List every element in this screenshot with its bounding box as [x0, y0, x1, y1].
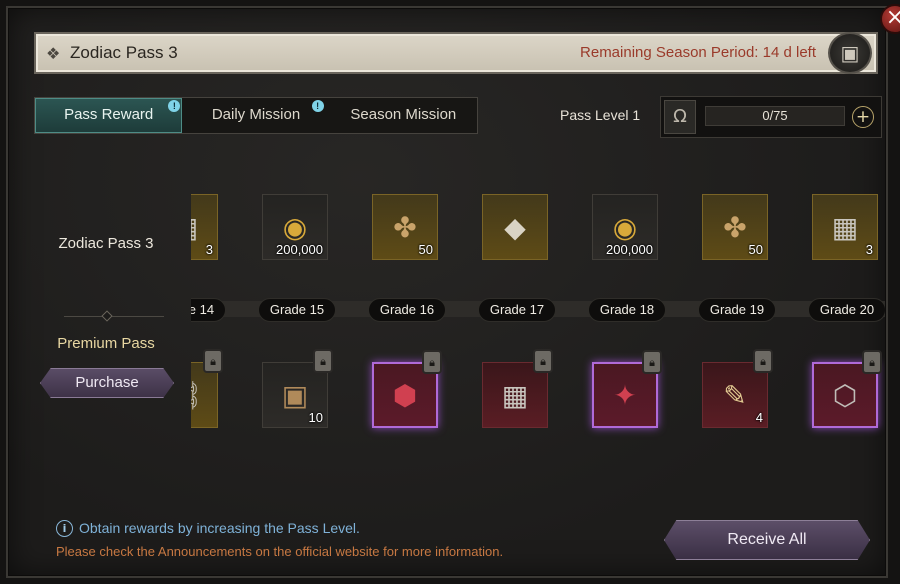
info-text: Obtain rewards by increasing the Pass Le… — [79, 520, 360, 536]
gift-box-icon: ▦ — [191, 211, 198, 244]
gift-box-icon: ▦ — [501, 378, 529, 412]
tab-label: Season Mission — [350, 106, 457, 123]
premium-row-label: Premium Pass — [57, 335, 155, 352]
reward-quantity: 3 — [205, 242, 213, 257]
notice-text: Please check the Announcements on the of… — [56, 544, 504, 559]
grade-column: ◉ 200,000 Grade 18 ✦ 🔒︎ — [588, 184, 666, 444]
grade-column: ✤ 50 Grade 19 ✎ 4 🔒︎ — [698, 184, 776, 444]
grade-label: Grade 16 — [368, 298, 446, 322]
free-reward-slot[interactable]: ◉ 200,000 — [592, 194, 658, 260]
divider-ornament — [101, 310, 113, 322]
stone-tablet-icon: ◆ — [504, 210, 526, 244]
free-reward-slot[interactable]: ▦3 — [191, 194, 218, 260]
tab-bar: Pass Reward ! Daily Mission ! Season Mis… — [34, 97, 478, 134]
row-divider — [64, 316, 164, 317]
treasure-chest-icon[interactable]: ▣ — [828, 32, 872, 74]
emblem-icon: ⬡ — [832, 378, 858, 412]
premium-reward-slot[interactable]: ⛓🔒︎ — [191, 349, 223, 428]
close-icon[interactable]: × — [880, 4, 900, 34]
lock-icon: 🔒︎ — [642, 350, 662, 374]
title-bar: ❖ Zodiac Pass 3 Remaining Season Period:… — [34, 32, 878, 74]
lock-icon: 🔒︎ — [533, 349, 553, 373]
gift-box-icon: ▦ — [831, 210, 859, 244]
purchase-button[interactable]: Purchase — [40, 368, 174, 398]
reward-quantity: 200,000 — [276, 242, 323, 257]
page-title: Zodiac Pass 3 — [70, 43, 178, 62]
free-reward-slot[interactable]: ▦3 — [812, 194, 878, 260]
grade-label: Grade 19 — [698, 298, 776, 322]
premium-reward-slot[interactable]: ⬡ 🔒︎ — [812, 350, 882, 428]
grade-label: Grade 18 — [588, 298, 666, 322]
tab-daily-mission[interactable]: Daily Mission ! — [182, 98, 329, 133]
zodiac-pass-window: ❖ Zodiac Pass 3 Remaining Season Period:… — [6, 4, 900, 578]
reward-quantity: 200,000 — [606, 242, 653, 257]
premium-reward-slot[interactable]: ⬢ 🔒︎ — [372, 350, 442, 428]
grade-label: Grade 15 — [258, 298, 336, 322]
lock-icon: 🔒︎ — [753, 349, 773, 373]
gold-coin-icon: ◉ — [282, 210, 308, 244]
tab-label: Pass Reward — [64, 106, 154, 123]
red-crystal-icon: ✦ — [613, 378, 637, 412]
reward-quantity: 4 — [755, 410, 763, 425]
tab-season-mission[interactable]: Season Mission — [330, 98, 477, 133]
reward-quantity: 50 — [418, 242, 433, 257]
pass-progress-bar: 0/75 — [705, 106, 845, 126]
chain-icon: ⛓ — [191, 379, 203, 412]
free-reward-slot[interactable]: ◉ 200,000 — [262, 194, 328, 260]
reward-quantity: 50 — [748, 242, 763, 257]
herb-icon: ✤ — [393, 210, 417, 244]
grade-label: Grade 17 — [478, 298, 556, 322]
lock-icon: 🔒︎ — [203, 349, 223, 373]
gold-coin-icon: ◉ — [612, 210, 638, 244]
scroll-icon: ✎ — [723, 378, 747, 412]
premium-reward-slot[interactable]: ▣ 10 🔒︎ — [262, 349, 333, 428]
lock-icon: 🔒︎ — [422, 350, 442, 374]
pass-level-panel: Ω 0/75 + — [660, 96, 882, 138]
premium-reward-slot[interactable]: ✦ 🔒︎ — [592, 350, 662, 428]
alert-badge-icon: ! — [168, 100, 181, 112]
alert-badge-icon: ! — [311, 100, 324, 112]
chest-icon: ▣ — [281, 378, 309, 412]
grade-label: Grade 14 — [191, 298, 226, 322]
premium-reward-slot[interactable]: ✎ 4 🔒︎ — [702, 349, 773, 428]
lock-icon: 🔒︎ — [862, 350, 882, 374]
pass-level-label: Pass Level 1 — [560, 107, 641, 123]
grade-column: ✤ 50 Grade 16 ⬢ 🔒︎ — [368, 184, 446, 444]
reward-quantity: 3 — [865, 242, 873, 257]
free-row-label: Zodiac Pass 3 — [58, 235, 154, 252]
grade-label: Grade 20 — [808, 298, 885, 322]
reward-quantity: 10 — [308, 410, 323, 425]
herb-icon: ✤ — [723, 210, 747, 244]
tab-pass-reward[interactable]: Pass Reward ! — [35, 98, 183, 133]
free-reward-slot[interactable]: ✤ 50 — [372, 194, 438, 260]
tab-label: Daily Mission — [211, 106, 301, 123]
premium-reward-slot[interactable]: ▦ 🔒︎ — [482, 349, 553, 428]
grade-column: ▦3Grade 14⛓🔒︎ — [191, 184, 226, 444]
free-reward-slot[interactable]: ✤ 50 — [702, 194, 768, 260]
grade-column: ▦ 3 Grade 20 ⬡ 🔒︎ — [808, 184, 885, 444]
free-reward-slot[interactable]: ◆ — [482, 194, 548, 260]
reward-track[interactable]: ▦3Grade 14⛓🔒︎◉200,000Grade 15▣10🔒︎✤50Gra… — [191, 184, 885, 444]
receive-all-button[interactable]: Receive All — [664, 520, 870, 560]
pass-emblem-icon: ❖ — [46, 44, 61, 63]
info-icon: i — [56, 520, 73, 537]
add-level-button[interactable]: + — [852, 106, 874, 128]
grade-column: ◆ Grade 17 ▦ 🔒︎ — [478, 184, 556, 444]
progress-text: 0/75 — [762, 108, 788, 123]
red-gem-icon: ⬢ — [392, 378, 418, 412]
lock-icon: 🔒︎ — [313, 349, 333, 373]
grade-column: ◉ 200,000 Grade 15 ▣ 10 🔒︎ — [258, 184, 336, 444]
season-remaining-text: Remaining Season Period: 14 d left — [580, 44, 816, 61]
horseshoe-icon: Ω — [664, 100, 696, 134]
